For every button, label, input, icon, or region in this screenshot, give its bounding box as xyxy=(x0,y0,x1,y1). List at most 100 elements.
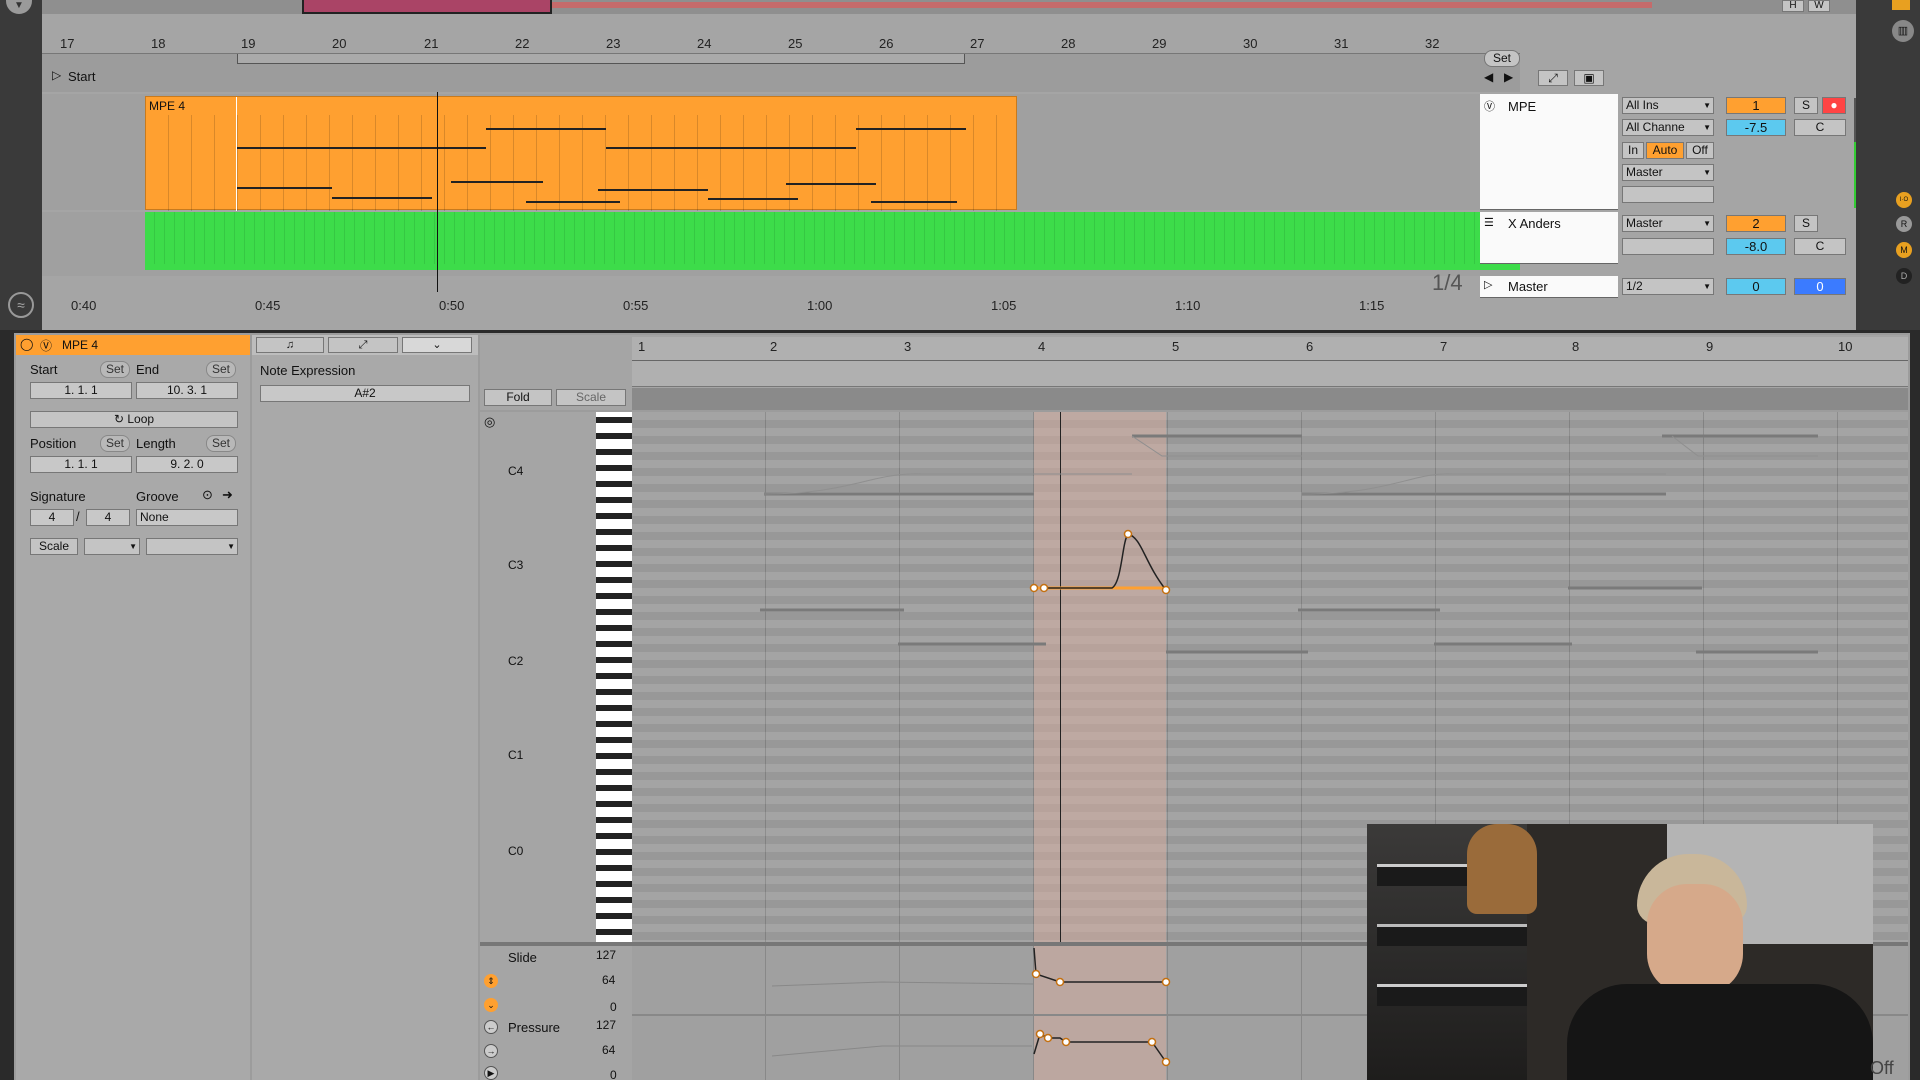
track-fold-icon[interactable]: ☰ xyxy=(1484,216,1494,229)
monitor-auto-button[interactable]: Auto xyxy=(1646,142,1684,159)
pan-value[interactable]: 0 xyxy=(1794,278,1846,295)
quantize-display[interactable]: 1/4 xyxy=(1432,270,1463,296)
monitor-in-button[interactable]: In xyxy=(1622,142,1644,159)
arrangement-clip-mpe4[interactable]: MPE 4 xyxy=(145,96,1017,211)
volume-value[interactable]: -8.0 xyxy=(1726,238,1786,255)
track-lane-x-anders[interactable] xyxy=(42,212,1520,264)
scale-highlight-button[interactable]: Scale xyxy=(556,389,626,406)
clip-title-bar[interactable]: ◯ Ⓥ MPE 4 xyxy=(16,335,250,355)
input-type-select[interactable]: All Ins xyxy=(1622,97,1714,114)
master-play-icon[interactable]: ▷ xyxy=(1484,278,1492,291)
loop-button[interactable]: ↻ Loop xyxy=(30,411,238,428)
signature-denominator[interactable]: 4 xyxy=(86,509,130,526)
editor-bar-ruler[interactable]: 1 2 3 4 5 6 7 8 9 10 xyxy=(632,337,1908,387)
start-marker[interactable]: Start xyxy=(68,69,95,84)
bar-label: 7 xyxy=(1440,339,1448,354)
slide-hide-icon[interactable]: ⌄ xyxy=(484,998,498,1012)
bar-ruler[interactable]: 17 18 19 20 21 22 23 24 25 26 27 28 29 3… xyxy=(42,34,1520,54)
scale-button[interactable]: Scale xyxy=(30,538,78,555)
track-header-master[interactable]: ▷ Master xyxy=(1480,276,1618,298)
length-field[interactable]: 9. 2. 0 xyxy=(136,456,238,473)
lock-icon[interactable]: ▣ xyxy=(1574,70,1604,86)
end-field[interactable]: 10. 3. 1 xyxy=(136,382,238,399)
io-toggle[interactable]: I·O xyxy=(1896,192,1912,208)
track-header-x-anders[interactable]: ☰ X Anders xyxy=(1480,212,1618,264)
d-toggle[interactable]: D xyxy=(1896,268,1912,284)
monitor-off-button[interactable]: Off xyxy=(1686,142,1714,159)
pressure-play-icon[interactable]: ▶ xyxy=(484,1066,498,1080)
selected-note[interactable]: A#2 xyxy=(260,385,470,402)
r-toggle[interactable]: R xyxy=(1896,216,1912,232)
piano-keyboard[interactable] xyxy=(596,412,632,942)
length-set-button[interactable]: Set xyxy=(206,435,237,452)
groove-select[interactable]: None xyxy=(136,509,238,526)
overview-bar[interactable]: H W xyxy=(42,0,1892,14)
volume-value[interactable]: -7.5 xyxy=(1726,119,1786,136)
bar-label: 23 xyxy=(606,36,621,51)
track-name[interactable]: Master xyxy=(1508,279,1548,294)
expression-tab[interactable]: ⌄ xyxy=(402,337,472,353)
pan-value[interactable]: C xyxy=(1794,238,1846,255)
fold-icon[interactable]: Ⓥ xyxy=(40,337,52,354)
pressure-prev-icon[interactable]: ← xyxy=(484,1020,498,1034)
track-lane-x[interactable] xyxy=(42,264,1520,276)
set-button[interactable]: Set xyxy=(1484,50,1520,67)
solo-button[interactable]: S xyxy=(1794,97,1818,114)
audio-clip-x-anders[interactable] xyxy=(145,212,1520,264)
track-fold-icon[interactable]: Ⓥ xyxy=(1484,98,1495,114)
track-number-activator[interactable]: 2 xyxy=(1726,215,1786,232)
slide-lane-icon[interactable]: ⇕ xyxy=(484,974,498,988)
signature-numerator[interactable]: 4 xyxy=(30,509,74,526)
output-sub[interactable] xyxy=(1622,186,1714,203)
arm-button[interactable]: ● xyxy=(1822,97,1846,114)
time-label: 0:45 xyxy=(255,298,281,313)
headphones-icon[interactable]: ◎ xyxy=(484,414,495,430)
position-field[interactable]: 1. 1. 1 xyxy=(30,456,132,473)
h-button[interactable]: H xyxy=(1782,0,1804,12)
octave-ruler[interactable]: ◎ C4 C3 C2 C1 C0 xyxy=(480,412,596,942)
output-select[interactable]: Master xyxy=(1622,215,1714,232)
scale-name-select[interactable] xyxy=(146,538,238,555)
output-sub[interactable] xyxy=(1622,238,1714,255)
output-select[interactable]: Master xyxy=(1622,164,1714,181)
volume-value[interactable]: 0 xyxy=(1726,278,1786,295)
prev-locator-icon[interactable]: ◀ xyxy=(1484,70,1493,84)
clip-activator-icon[interactable]: ◯ xyxy=(20,337,33,351)
collapse-icon[interactable]: ▼ xyxy=(6,0,32,14)
bar-label: 27 xyxy=(970,36,985,51)
grid-icon[interactable]: ▥ xyxy=(1892,20,1914,42)
time-label: 0:50 xyxy=(439,298,465,313)
fold-button[interactable]: Fold xyxy=(484,389,552,406)
notes-tab[interactable]: ♫ xyxy=(256,337,324,353)
editor-scrub-area[interactable] xyxy=(632,388,1908,410)
expand-icon[interactable]: ⤢ xyxy=(1538,70,1568,86)
groove-hotswap-icon[interactable]: ⊙ xyxy=(202,487,213,503)
position-set-button[interactable]: Set xyxy=(100,435,131,452)
next-locator-icon[interactable]: ▶ xyxy=(1504,70,1513,84)
scale-root-select[interactable] xyxy=(84,538,140,555)
wave-icon[interactable]: ≈ xyxy=(8,292,34,318)
start-field[interactable]: 1. 1. 1 xyxy=(30,382,132,399)
pressure-next-icon[interactable]: → xyxy=(484,1044,498,1058)
envelopes-tab[interactable]: ⤢ xyxy=(328,337,398,353)
locator-row[interactable]: ▷ Start xyxy=(42,54,1520,92)
solo-button[interactable]: S xyxy=(1794,215,1818,232)
play-icon[interactable]: ▷ xyxy=(52,68,61,82)
w-button[interactable]: W xyxy=(1808,0,1830,12)
start-set-button[interactable]: Set xyxy=(100,361,131,378)
menu-icon[interactable] xyxy=(1892,0,1910,10)
output-select[interactable]: 1/2 xyxy=(1622,278,1714,295)
clip-name[interactable]: MPE 4 xyxy=(62,338,98,352)
loop-brace[interactable] xyxy=(237,54,965,64)
end-set-button[interactable]: Set xyxy=(206,361,237,378)
input-channel-select[interactable]: All Channe xyxy=(1622,119,1714,136)
pan-value[interactable]: C xyxy=(1794,119,1846,136)
groove-commit-icon[interactable]: ➜ xyxy=(222,487,233,503)
time-ruler[interactable]: 0:40 0:45 0:50 0:55 1:00 1:05 1:10 1:15 … xyxy=(42,270,1520,316)
track-name[interactable]: MPE xyxy=(1508,99,1536,114)
track-name[interactable]: X Anders xyxy=(1508,216,1561,231)
track-number-activator[interactable]: 1 xyxy=(1726,97,1786,114)
track-lane-mpe[interactable]: MPE 4 xyxy=(42,94,1520,211)
track-header-mpe[interactable]: Ⓥ MPE xyxy=(1480,94,1618,210)
m-toggle[interactable]: M xyxy=(1896,242,1912,258)
